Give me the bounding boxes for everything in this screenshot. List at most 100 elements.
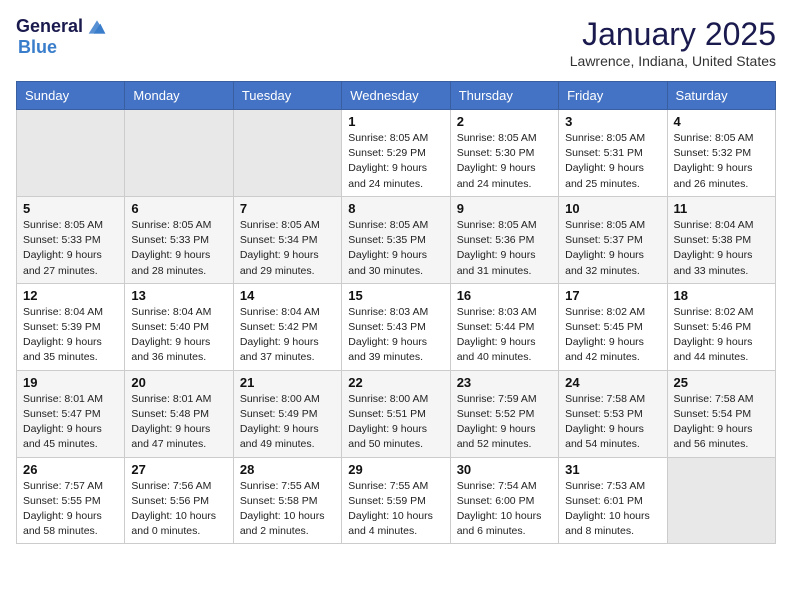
day-info: Sunrise: 8:02 AMSunset: 5:46 PMDaylight:… <box>674 305 769 366</box>
calendar-cell: 30 Sunrise: 7:54 AMSunset: 6:00 PMDayligh… <box>450 457 558 544</box>
calendar-cell: 24Sunrise: 7:58 AMSunset: 5:53 PMDayligh… <box>559 370 667 457</box>
day-number: 30 <box>457 462 552 477</box>
calendar-cell <box>17 110 125 197</box>
calendar-cell <box>233 110 341 197</box>
calendar-cell: 18 Sunrise: 8:02 AMSunset: 5:46 PMDayligh… <box>667 283 775 370</box>
day-header-monday: Monday <box>125 82 233 110</box>
calendar-cell: 19 Sunrise: 8:01 AMSunset: 5:47 PMDayligh… <box>17 370 125 457</box>
day-info: Sunrise: 8:05 AMSunset: 5:34 PMDaylight:… <box>240 218 335 279</box>
day-info: Sunrise: 8:01 AMSunset: 5:48 PMDaylight:… <box>131 392 226 453</box>
day-info: Sunrise: 8:04 AMSunset: 5:39 PMDaylight:… <box>23 305 118 366</box>
calendar-cell: 23 Sunrise: 7:59 AMSunset: 5:52 PMDayligh… <box>450 370 558 457</box>
calendar-cell: 20 Sunrise: 8:01 AMSunset: 5:48 PMDayligh… <box>125 370 233 457</box>
day-number: 19 <box>23 375 118 390</box>
calendar-week-row: 12 Sunrise: 8:04 AMSunset: 5:39 PMDayligh… <box>17 283 776 370</box>
day-info: Sunrise: 8:04 AMSunset: 5:42 PMDaylight:… <box>240 305 335 366</box>
day-info: Sunrise: 8:03 AMSunset: 5:44 PMDaylight:… <box>457 305 552 366</box>
day-number: 24 <box>565 375 660 390</box>
day-number: 22 <box>348 375 443 390</box>
day-number: 16 <box>457 288 552 303</box>
calendar-cell: 8Sunrise: 8:05 AMSunset: 5:35 PMDaylight… <box>342 196 450 283</box>
calendar-header-row: SundayMondayTuesdayWednesdayThursdayFrid… <box>17 82 776 110</box>
location: Lawrence, Indiana, United States <box>570 53 776 69</box>
calendar-cell: 4 Sunrise: 8:05 AMSunset: 5:32 PMDaylight… <box>667 110 775 197</box>
calendar-cell: 27 Sunrise: 7:56 AMSunset: 5:56 PMDayligh… <box>125 457 233 544</box>
calendar-cell: 16 Sunrise: 8:03 AMSunset: 5:44 PMDayligh… <box>450 283 558 370</box>
day-info: Sunrise: 7:56 AMSunset: 5:56 PMDaylight:… <box>131 479 226 540</box>
calendar-cell: 7 Sunrise: 8:05 AMSunset: 5:34 PMDaylight… <box>233 196 341 283</box>
day-info: Sunrise: 8:05 AMSunset: 5:35 PMDaylight:… <box>348 218 443 279</box>
calendar-week-row: 19 Sunrise: 8:01 AMSunset: 5:47 PMDayligh… <box>17 370 776 457</box>
day-number: 17 <box>565 288 660 303</box>
calendar-cell: 29 Sunrise: 7:55 AMSunset: 5:59 PMDayligh… <box>342 457 450 544</box>
day-number: 2 <box>457 114 552 129</box>
calendar-cell: 15Sunrise: 8:03 AMSunset: 5:43 PMDayligh… <box>342 283 450 370</box>
calendar-cell: 6Sunrise: 8:05 AMSunset: 5:33 PMDaylight… <box>125 196 233 283</box>
calendar-cell: 31Sunrise: 7:53 AMSunset: 6:01 PMDayligh… <box>559 457 667 544</box>
calendar-cell: 1Sunrise: 8:05 AMSunset: 5:29 PMDaylight… <box>342 110 450 197</box>
day-number: 4 <box>674 114 769 129</box>
day-info: Sunrise: 7:55 AMSunset: 5:59 PMDaylight:… <box>348 479 443 540</box>
day-info: Sunrise: 8:00 AMSunset: 5:51 PMDaylight:… <box>348 392 443 453</box>
day-number: 23 <box>457 375 552 390</box>
day-info: Sunrise: 8:05 AMSunset: 5:30 PMDaylight:… <box>457 131 552 192</box>
logo-general: General <box>16 16 83 37</box>
day-info: Sunrise: 8:05 AMSunset: 5:31 PMDaylight:… <box>565 131 660 192</box>
calendar-cell: 28Sunrise: 7:55 AMSunset: 5:58 PMDayligh… <box>233 457 341 544</box>
calendar-cell <box>125 110 233 197</box>
logo: General Blue <box>16 16 107 58</box>
day-number: 11 <box>674 201 769 216</box>
day-info: Sunrise: 8:05 AMSunset: 5:36 PMDaylight:… <box>457 218 552 279</box>
day-number: 27 <box>131 462 226 477</box>
day-info: Sunrise: 8:04 AMSunset: 5:38 PMDaylight:… <box>674 218 769 279</box>
calendar-week-row: 1Sunrise: 8:05 AMSunset: 5:29 PMDaylight… <box>17 110 776 197</box>
calendar-cell: 10 Sunrise: 8:05 AMSunset: 5:37 PMDayligh… <box>559 196 667 283</box>
day-number: 18 <box>674 288 769 303</box>
calendar-cell: 2 Sunrise: 8:05 AMSunset: 5:30 PMDaylight… <box>450 110 558 197</box>
day-info: Sunrise: 8:01 AMSunset: 5:47 PMDaylight:… <box>23 392 118 453</box>
day-number: 31 <box>565 462 660 477</box>
title-block: January 2025 Lawrence, Indiana, United S… <box>570 16 776 69</box>
day-info: Sunrise: 7:55 AMSunset: 5:58 PMDaylight:… <box>240 479 335 540</box>
calendar-cell: 14 Sunrise: 8:04 AMSunset: 5:42 PMDayligh… <box>233 283 341 370</box>
logo-blue: Blue <box>18 37 57 57</box>
day-number: 12 <box>23 288 118 303</box>
day-header-saturday: Saturday <box>667 82 775 110</box>
calendar-table: SundayMondayTuesdayWednesdayThursdayFrid… <box>16 81 776 544</box>
calendar-week-row: 5 Sunrise: 8:05 AMSunset: 5:33 PMDaylight… <box>17 196 776 283</box>
calendar-cell: 25Sunrise: 7:58 AMSunset: 5:54 PMDayligh… <box>667 370 775 457</box>
day-number: 14 <box>240 288 335 303</box>
day-number: 29 <box>348 462 443 477</box>
day-info: Sunrise: 7:57 AMSunset: 5:55 PMDaylight:… <box>23 479 118 540</box>
day-info: Sunrise: 8:05 AMSunset: 5:32 PMDaylight:… <box>674 131 769 192</box>
page-header: General Blue January 2025 Lawrence, Indi… <box>16 16 776 69</box>
calendar-cell: 21 Sunrise: 8:00 AMSunset: 5:49 PMDayligh… <box>233 370 341 457</box>
day-number: 21 <box>240 375 335 390</box>
day-number: 15 <box>348 288 443 303</box>
day-info: Sunrise: 8:05 AMSunset: 5:29 PMDaylight:… <box>348 131 443 192</box>
day-number: 7 <box>240 201 335 216</box>
day-number: 26 <box>23 462 118 477</box>
day-header-tuesday: Tuesday <box>233 82 341 110</box>
day-info: Sunrise: 8:02 AMSunset: 5:45 PMDaylight:… <box>565 305 660 366</box>
calendar-cell: 5Sunrise: 8:05 AMSunset: 5:33 PMDaylight… <box>17 196 125 283</box>
day-header-thursday: Thursday <box>450 82 558 110</box>
day-info: Sunrise: 7:54 AMSunset: 6:00 PMDaylight:… <box>457 479 552 540</box>
day-info: Sunrise: 7:59 AMSunset: 5:52 PMDaylight:… <box>457 392 552 453</box>
day-number: 20 <box>131 375 226 390</box>
calendar-cell: 9 Sunrise: 8:05 AMSunset: 5:36 PMDaylight… <box>450 196 558 283</box>
day-info: Sunrise: 8:05 AMSunset: 5:33 PMDaylight:… <box>131 218 226 279</box>
calendar-cell <box>667 457 775 544</box>
day-number: 9 <box>457 201 552 216</box>
day-number: 5 <box>23 201 118 216</box>
day-info: Sunrise: 8:05 AMSunset: 5:37 PMDaylight:… <box>565 218 660 279</box>
day-number: 13 <box>131 288 226 303</box>
day-number: 10 <box>565 201 660 216</box>
calendar-cell: 12 Sunrise: 8:04 AMSunset: 5:39 PMDayligh… <box>17 283 125 370</box>
calendar-cell: 26 Sunrise: 7:57 AMSunset: 5:55 PMDayligh… <box>17 457 125 544</box>
day-header-friday: Friday <box>559 82 667 110</box>
day-header-wednesday: Wednesday <box>342 82 450 110</box>
day-info: Sunrise: 8:00 AMSunset: 5:49 PMDaylight:… <box>240 392 335 453</box>
calendar-cell: 11 Sunrise: 8:04 AMSunset: 5:38 PMDayligh… <box>667 196 775 283</box>
day-number: 3 <box>565 114 660 129</box>
